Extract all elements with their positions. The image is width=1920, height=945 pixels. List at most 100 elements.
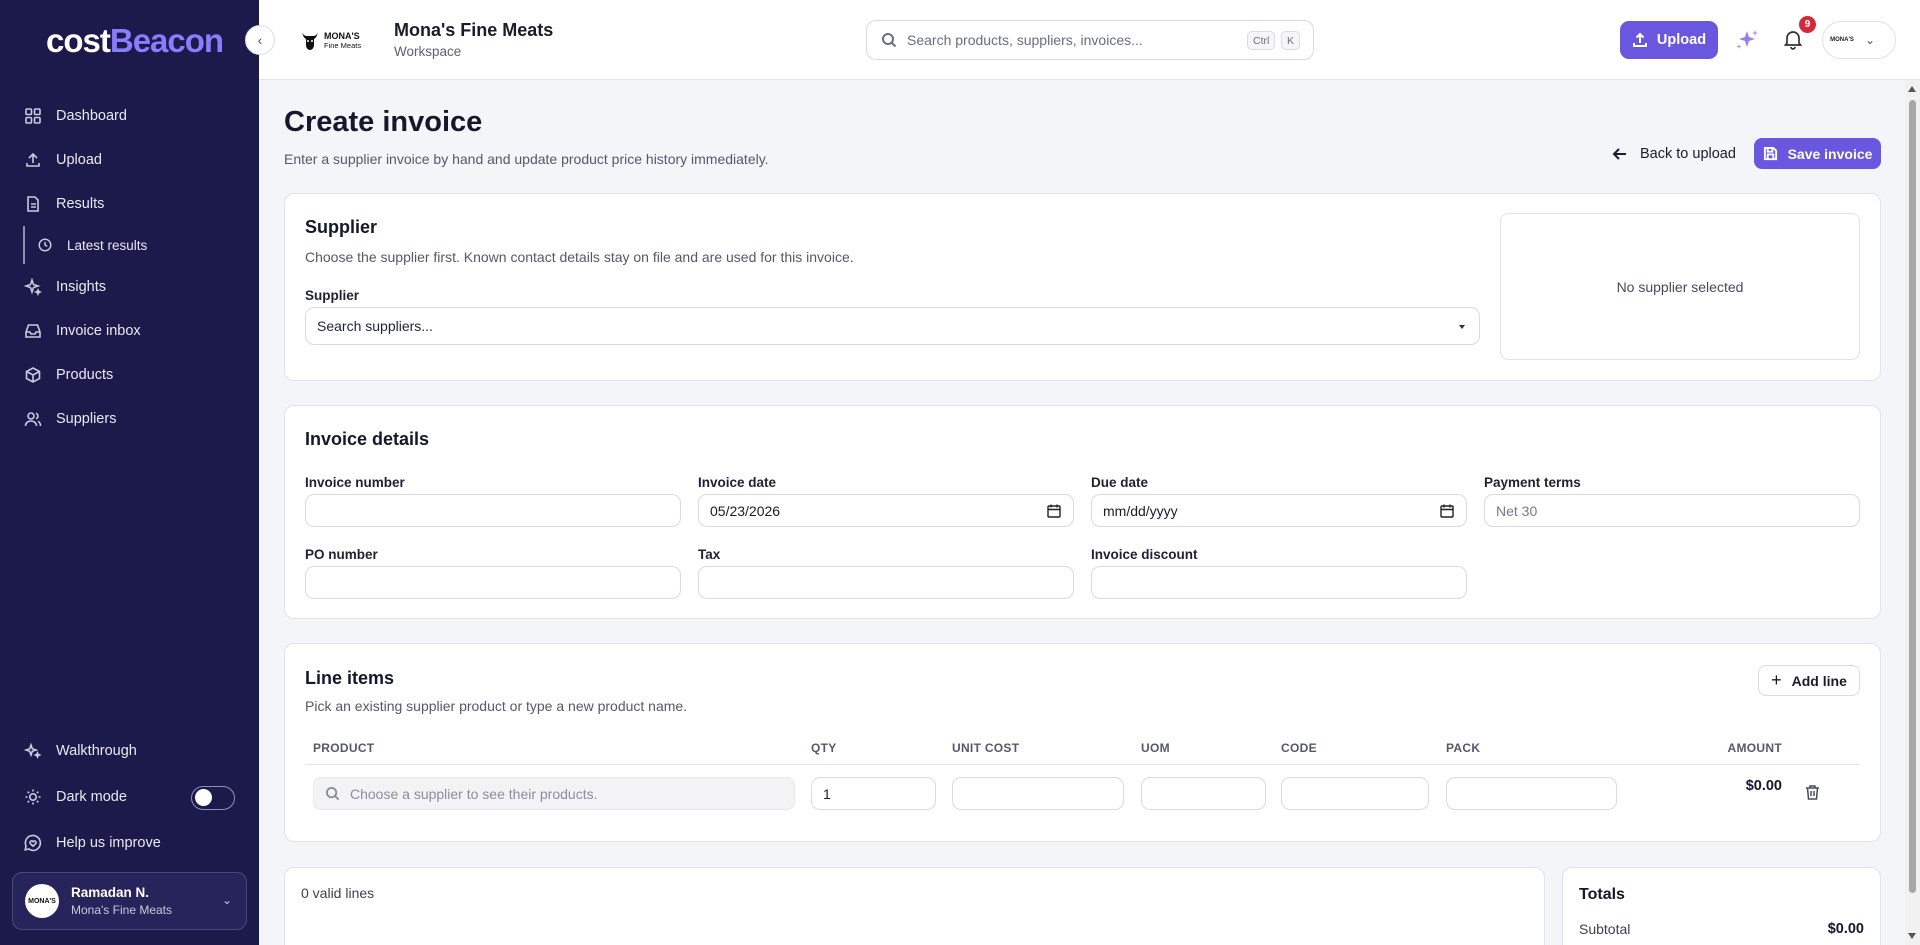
trash-icon[interactable] <box>1804 784 1821 801</box>
box-icon <box>25 367 41 383</box>
user-menu[interactable]: MONA'S Ramadan N. Mona's Fine Meats ⌄ <box>12 872 247 930</box>
brand-logo[interactable]: costBeacon <box>46 22 224 60</box>
upload-button[interactable]: Upload <box>1620 21 1718 59</box>
totals-title: Totals <box>1579 886 1625 903</box>
pack-input[interactable] <box>1446 777 1617 810</box>
product-search-input[interactable]: Choose a supplier to see their products. <box>313 777 795 810</box>
payment-terms-input[interactable]: Net 30 <box>1484 494 1860 527</box>
avatar: MONA'S <box>1827 25 1857 55</box>
code-input[interactable] <box>1281 777 1429 810</box>
page-title: Create invoice <box>284 106 483 138</box>
sidebar-item-label: Latest results <box>67 237 148 253</box>
search-icon <box>882 33 897 48</box>
sidebar-item-label: Upload <box>56 152 102 168</box>
sidebar-item-walkthrough[interactable]: Walkthrough <box>24 737 137 765</box>
arrow-left-icon <box>1612 148 1626 160</box>
sparkle-icon <box>24 742 42 760</box>
supplier-preview-panel: No supplier selected <box>1500 213 1860 360</box>
heart-chat-icon <box>24 834 42 852</box>
submenu-indicator <box>23 226 25 264</box>
sidebar-item-upload[interactable]: Upload <box>24 146 102 174</box>
user-name: Ramadan N. <box>71 885 150 900</box>
upload-icon <box>1632 32 1647 47</box>
subtotal-value: $0.00 <box>1827 921 1864 937</box>
tax-input[interactable] <box>698 566 1074 599</box>
invoice-number-input[interactable] <box>305 494 681 527</box>
avatar: MONA'S <box>25 884 59 918</box>
back-to-upload-link[interactable]: Back to upload <box>1612 142 1736 166</box>
account-menu-button[interactable]: MONA'S ⌄ <box>1822 21 1896 59</box>
supplier-field-label: Supplier <box>305 288 360 303</box>
invoice-date-label: Invoice date <box>698 475 777 490</box>
clock-icon <box>38 238 52 252</box>
qty-input[interactable]: 1 <box>811 777 936 810</box>
unit-cost-input[interactable] <box>952 777 1124 810</box>
save-icon <box>1763 146 1777 161</box>
column-header-amount: AMOUNT <box>1727 741 1782 755</box>
search-icon <box>325 786 340 801</box>
grid-icon <box>25 108 41 124</box>
sidebar-item-results[interactable]: Results <box>24 190 104 218</box>
invoice-date-input[interactable]: 05/23/2026 <box>698 494 1074 527</box>
toggle-knob <box>195 789 212 806</box>
sidebar-item-label: Walkthrough <box>56 743 137 759</box>
users-icon <box>24 412 42 427</box>
page-scrollbar[interactable] <box>1905 80 1920 945</box>
scroll-up-icon[interactable] <box>1908 86 1916 92</box>
add-line-button[interactable]: + Add line <box>1758 665 1860 696</box>
column-header-uom: UOM <box>1141 741 1170 755</box>
po-number-input[interactable] <box>305 566 681 599</box>
sidebar-item-label: Suppliers <box>56 411 117 427</box>
valid-lines-count: 0 valid lines <box>301 885 375 901</box>
calendar-icon[interactable] <box>1047 504 1061 518</box>
bell-icon[interactable] <box>1782 28 1804 50</box>
invoice-number-label: Invoice number <box>305 475 405 490</box>
search-placeholder: Search products, suppliers, invoices... <box>907 32 1143 48</box>
sidebar-item-latest-results[interactable]: Latest results <box>37 231 147 259</box>
sidebar-item-dashboard[interactable]: Dashboard <box>24 102 127 130</box>
global-search-input[interactable]: Search products, suppliers, invoices... … <box>866 20 1314 60</box>
chevron-down-icon: ⌄ <box>221 893 232 907</box>
column-header-unit-cost: UNIT COST <box>952 741 1020 755</box>
sidebar-item-invoice-inbox[interactable]: Invoice inbox <box>24 317 141 345</box>
collapse-sidebar-button[interactable]: ‹ <box>245 25 275 55</box>
top-header: MONA'S Fine Meats Mona's Fine Meats Works… <box>259 0 1920 80</box>
supplier-title: Supplier <box>305 217 378 237</box>
valid-lines-card <box>284 867 1545 945</box>
sidebar-item-dark-mode: Dark mode <box>24 783 127 811</box>
sidebar-item-help-us-improve[interactable]: Help us improve <box>24 829 161 857</box>
scrollbar-thumb[interactable] <box>1909 100 1916 893</box>
sidebar-item-label: Invoice inbox <box>56 323 141 339</box>
invoice-details-title: Invoice details <box>305 429 430 449</box>
table-header-divider <box>305 764 1860 765</box>
tax-label: Tax <box>698 547 721 562</box>
sidebar-item-suppliers[interactable]: Suppliers <box>24 405 116 433</box>
sidebar-item-label: Products <box>56 367 114 383</box>
notification-badge: 9 <box>1799 16 1816 33</box>
scroll-down-icon[interactable] <box>1908 933 1916 939</box>
sidebar-item-label: Results <box>56 196 105 212</box>
ai-sparkle-icon[interactable] <box>1735 28 1761 52</box>
invoice-discount-input[interactable] <box>1091 566 1467 599</box>
sidebar-item-label: Help us improve <box>56 835 161 851</box>
supplier-select[interactable]: Search suppliers... <box>305 307 1480 345</box>
sun-icon <box>25 789 41 805</box>
due-date-label: Due date <box>1091 475 1149 490</box>
sparkle-icon <box>24 278 42 296</box>
dark-mode-toggle[interactable] <box>191 786 235 810</box>
upload-icon <box>26 152 40 167</box>
chevron-left-icon: ‹ <box>257 32 263 48</box>
page-subtitle: Enter a supplier invoice by hand and upd… <box>284 151 769 167</box>
workspace-label: Workspace <box>394 44 462 59</box>
document-icon <box>27 196 39 212</box>
uom-input[interactable] <box>1141 777 1266 810</box>
save-invoice-button[interactable]: Save invoice <box>1754 138 1881 169</box>
sidebar-item-products[interactable]: Products <box>24 361 113 389</box>
bull-logo-icon <box>302 32 318 50</box>
workspace-name: Mona's Fine Meats <box>394 20 554 40</box>
sidebar-item-insights[interactable]: Insights <box>24 273 106 301</box>
sidebar-item-label: Insights <box>56 279 106 295</box>
due-date-input[interactable]: mm/dd/yyyy <box>1091 494 1467 527</box>
calendar-icon[interactable] <box>1440 504 1454 518</box>
column-header-code: CODE <box>1281 741 1317 755</box>
